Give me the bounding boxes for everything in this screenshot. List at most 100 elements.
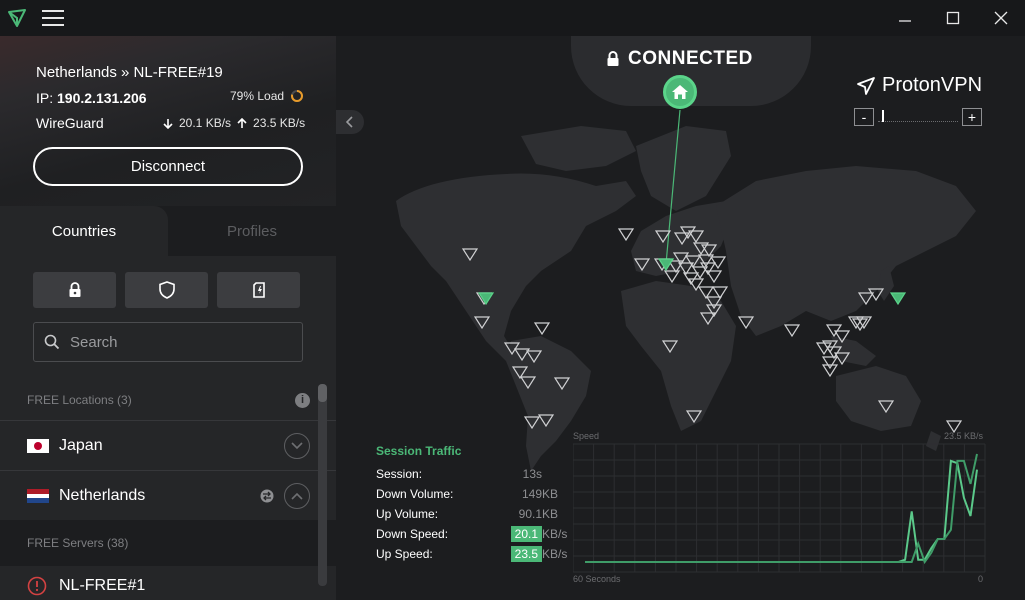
close-button[interactable] <box>977 0 1025 36</box>
traffic-label: Up Speed: <box>376 547 433 561</box>
connected-server-name: Netherlands » NL-FREE#19 <box>36 64 223 81</box>
zoom-slider[interactable] <box>878 110 958 122</box>
server-load: 79% Load <box>230 89 304 103</box>
speed-graph-svg <box>572 443 986 573</box>
connected-server-marker[interactable] <box>889 292 907 306</box>
ip-line: IP: 190.2.131.206 <box>36 90 147 106</box>
expand-button[interactable] <box>284 432 310 459</box>
server-row[interactable]: NL-FREE#1 <box>0 566 336 600</box>
tab-countries[interactable]: Countries <box>0 206 168 256</box>
minimize-button[interactable] <box>881 0 929 36</box>
disconnect-button[interactable]: Disconnect <box>33 147 303 186</box>
secure-core-filter-button[interactable] <box>33 272 116 308</box>
traffic-value: 90.1 <box>518 507 542 521</box>
connection-status: CONNECTED <box>606 48 753 70</box>
info-circle-icon[interactable] <box>27 576 47 596</box>
lock-icon <box>607 51 619 66</box>
maximize-icon <box>946 11 960 25</box>
tab-profiles[interactable]: Profiles <box>168 206 336 256</box>
close-icon <box>994 11 1008 25</box>
speed-graph: Speed 23.5 KB/s 60 Seconds 0 <box>572 431 986 586</box>
graph-ymax-label: 23.5 KB/s <box>943 431 983 441</box>
traffic-row: Up Volume: 90.1 KB <box>376 504 576 524</box>
traffic-label: Up Volume: <box>376 507 439 521</box>
zoom-out-button[interactable]: - <box>854 108 874 126</box>
traffic-label: Session: <box>376 467 423 481</box>
lock-icon <box>69 282 80 297</box>
protonvpn-logo-icon <box>857 76 875 95</box>
server-marker[interactable] <box>533 322 551 336</box>
japan-flag-icon <box>27 438 49 453</box>
server-marker[interactable] <box>617 228 635 242</box>
graph-xlabel-left: 60 Seconds <box>573 574 621 584</box>
server-marker[interactable] <box>783 324 801 338</box>
traffic-unit: KB/s <box>542 547 568 561</box>
streaming-filter-button[interactable] <box>217 272 300 308</box>
zoom-control: - + <box>854 108 982 126</box>
traffic-row: Down Volume: 149 KB <box>376 484 576 504</box>
traffic-label: Down Volume: <box>376 487 454 501</box>
collapse-button[interactable] <box>284 482 310 509</box>
arrow-up-icon <box>237 117 247 128</box>
traffic-row: Session: 13s <box>376 464 576 484</box>
graph-xlabel-right: 0 <box>977 574 983 584</box>
search-icon <box>44 334 60 350</box>
info-icon[interactable]: i <box>295 392 310 408</box>
session-traffic: Session Traffic Session: 13s Down Volume: 1… <box>376 444 576 564</box>
sd-card-icon <box>252 282 265 298</box>
home-icon <box>672 85 688 99</box>
download-speed: 20.1 KB/s <box>179 116 232 130</box>
free-locations-header: FREE Locations (3) i <box>0 380 336 420</box>
traffic-value: 13s <box>522 467 542 481</box>
load-text: 79% Load <box>230 89 285 103</box>
server-marker[interactable] <box>711 286 729 300</box>
country-name: Japan <box>59 436 103 454</box>
chevron-up-icon <box>291 492 303 500</box>
server-marker[interactable] <box>815 342 833 356</box>
session-traffic-title: Session Traffic <box>376 444 462 458</box>
zoom-knob[interactable] <box>881 110 884 122</box>
filter-buttons <box>33 272 300 308</box>
server-marker[interactable] <box>821 364 839 378</box>
traffic-label: Down Speed: <box>376 527 449 541</box>
chevron-left-icon <box>346 116 353 128</box>
traffic-value: 20.1 <box>510 526 542 542</box>
search-input[interactable] <box>70 333 290 351</box>
traffic-row: Up Speed: 23.5 KB/s <box>376 544 576 564</box>
country-row-netherlands[interactable]: Netherlands <box>0 470 336 520</box>
country-name: Netherlands <box>59 486 146 504</box>
home-marker[interactable] <box>663 75 697 109</box>
chevron-down-icon <box>291 441 303 449</box>
sidebar: Netherlands » NL-FREE#19 IP: 190.2.131.2… <box>0 36 336 600</box>
search-field[interactable] <box>33 322 303 362</box>
netshield-filter-button[interactable] <box>125 272 208 308</box>
brand-name: ProtonVPN <box>882 74 983 96</box>
load-ring-icon <box>291 90 304 102</box>
brand: ProtonVPN <box>856 74 982 97</box>
traffic-value: 149 <box>521 487 542 501</box>
traffic-value: 23.5 <box>510 546 542 562</box>
scrollbar-thumb[interactable] <box>318 384 327 402</box>
country-row-japan[interactable]: Japan <box>0 420 336 470</box>
traffic-unit: KB <box>542 507 559 521</box>
status-label: CONNECTED <box>628 48 753 69</box>
collapse-sidebar-button[interactable] <box>336 110 364 134</box>
ip-address: 190.2.131.206 <box>57 90 147 106</box>
graph-ylabel: Speed <box>573 431 600 441</box>
server-marker[interactable] <box>821 356 839 370</box>
ip-label: IP: <box>36 90 54 106</box>
server-name: NL-FREE#1 <box>59 577 146 594</box>
traffic-row: Down Speed: 20.1 KB/s <box>376 524 576 544</box>
netherlands-flag-icon <box>27 488 49 503</box>
scrollbar-track[interactable] <box>318 384 327 586</box>
minimize-icon <box>899 20 911 22</box>
title-bar <box>0 0 1025 36</box>
free-servers-header: FREE Servers (38) <box>0 520 336 566</box>
country-list: FREE Locations (3) i Japan Netherlands F… <box>0 380 336 600</box>
maximize-button[interactable] <box>929 0 977 36</box>
hamburger-menu-icon[interactable] <box>42 10 64 26</box>
protocol: WireGuard <box>36 115 104 131</box>
zoom-in-button[interactable]: + <box>962 108 982 126</box>
arrow-down-icon <box>163 118 173 129</box>
protonvpn-logo-icon <box>8 9 26 27</box>
